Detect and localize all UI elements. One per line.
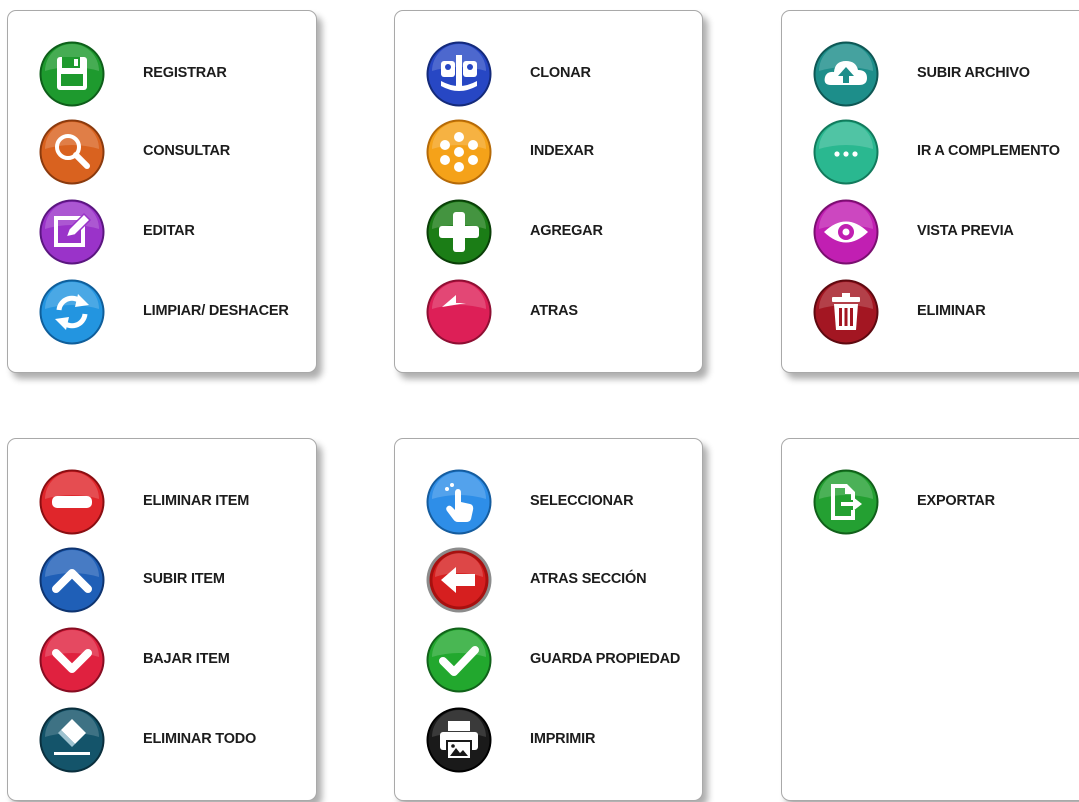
guarda-propiedad-button[interactable]: GUARDA PROPIEDAD [426,627,696,693]
clonar-button[interactable]: CLONAR [426,41,696,107]
export-file-icon [813,469,879,535]
agregar-button[interactable]: AGREGAR [426,199,696,265]
limpiar-deshacer-label: LIMPIAR/ DESHACER [143,303,289,319]
seleccionar-button[interactable]: SELECCIONAR [426,469,696,535]
eraser-icon [39,707,105,773]
limpiar-deshacer-button[interactable]: LIMPIAR/ DESHACER [39,279,309,345]
eliminar-button[interactable]: ELIMINAR [813,279,1079,345]
guarda-propiedad-label: GUARDA PROPIEDAD [530,651,681,667]
registrar-button[interactable]: REGISTRAR [39,41,309,107]
hand-pointer-icon [426,469,492,535]
imprimir-label: IMPRIMIR [530,731,596,747]
atras-seccion-label: ATRAS SECCIÓN [530,571,647,587]
icon-panel-1: REGISTRAR CONSULTAR EDITAR LIMPIAR/ DESH… [7,10,317,373]
back-arrow-icon [426,279,492,345]
indexar-label: INDEXAR [530,143,594,159]
atras-button[interactable]: ATRAS [426,279,696,345]
imprimir-button[interactable]: IMPRIMIR [426,707,696,773]
exportar-button[interactable]: EXPORTAR [813,469,1079,535]
indexar-button[interactable]: INDEXAR [426,119,696,185]
consultar-button[interactable]: CONSULTAR [39,119,309,185]
plus-icon [426,199,492,265]
chevron-up-icon [39,547,105,613]
eliminar-item-button[interactable]: ELIMINAR ITEM [39,469,309,535]
cloud-upload-icon [813,41,879,107]
icon-panel-5: SELECCIONAR ATRAS SECCIÓN GUARDA PROPIED… [394,438,703,801]
icon-panel-2: CLONAR INDEXAR AGREGAR ATRAS [394,10,703,373]
ir-a-complemento-label: IR A COMPLEMENTO [917,143,1060,159]
index-flower-icon [426,119,492,185]
chevron-down-icon [39,627,105,693]
clone-icon [426,41,492,107]
trash-icon [813,279,879,345]
editar-button[interactable]: EDITAR [39,199,309,265]
exportar-label: EXPORTAR [917,493,995,509]
atras-seccion-button[interactable]: ATRAS SECCIÓN [426,547,696,613]
seleccionar-label: SELECCIONAR [530,493,634,509]
printer-icon [426,707,492,773]
arrow-left-icon [426,547,492,613]
refresh-icon [39,279,105,345]
clonar-label: CLONAR [530,65,591,81]
atras-label: ATRAS [530,303,578,319]
eye-icon [813,199,879,265]
eliminar-todo-label: ELIMINAR TODO [143,731,257,747]
icon-panel-6: EXPORTAR [781,438,1079,801]
magnifier-icon [39,119,105,185]
consultar-label: CONSULTAR [143,143,231,159]
more-dots-icon [813,119,879,185]
subir-item-label: SUBIR ITEM [143,571,225,587]
eliminar-todo-button[interactable]: ELIMINAR TODO [39,707,309,773]
ir-a-complemento-button[interactable]: IR A COMPLEMENTO [813,119,1079,185]
icon-panel-4: ELIMINAR ITEM SUBIR ITEM BAJAR ITEM ELIM… [7,438,317,801]
subir-item-button[interactable]: SUBIR ITEM [39,547,309,613]
registrar-label: REGISTRAR [143,65,227,81]
bajar-item-label: BAJAR ITEM [143,651,230,667]
vista-previa-label: VISTA PREVIA [917,223,1014,239]
eliminar-item-label: ELIMINAR ITEM [143,493,250,509]
checkmark-icon [426,627,492,693]
subir-archivo-button[interactable]: SUBIR ARCHIVO [813,41,1079,107]
edit-pencil-icon [39,199,105,265]
bajar-item-button[interactable]: BAJAR ITEM [39,627,309,693]
eliminar-label: ELIMINAR [917,303,986,319]
editar-label: EDITAR [143,223,195,239]
vista-previa-button[interactable]: VISTA PREVIA [813,199,1079,265]
agregar-label: AGREGAR [530,223,603,239]
subir-archivo-label: SUBIR ARCHIVO [917,65,1030,81]
minus-icon [39,469,105,535]
icon-panel-3: SUBIR ARCHIVO IR A COMPLEMENTO VISTA PRE… [781,10,1079,373]
floppy-disk-icon [39,41,105,107]
